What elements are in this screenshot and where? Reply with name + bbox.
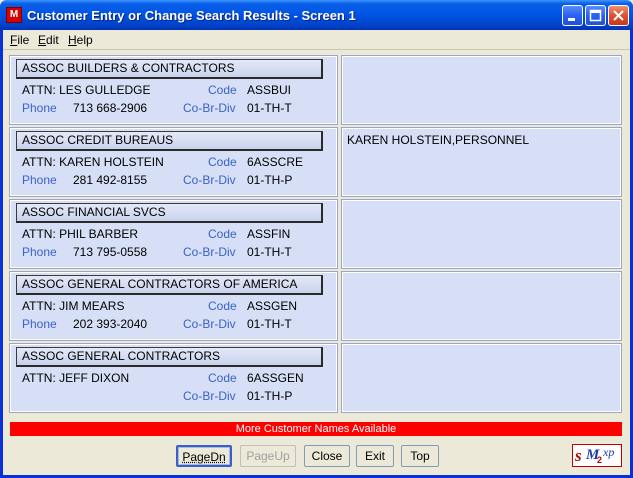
div-label: Co-Br-Div (183, 173, 236, 187)
div-value: 01-TH-T (247, 317, 292, 331)
customer-note: KAREN HOLSTEIN,PERSONNEL (341, 127, 622, 197)
customer-note (341, 343, 622, 413)
div-value: 01-TH-P (247, 389, 293, 403)
close-window-button[interactable] (608, 5, 629, 26)
customer-name-button[interactable]: ASSOC CREDIT BUREAUS (16, 131, 323, 151)
pageup-button[interactable]: PageUp (240, 445, 296, 467)
phone-value: 713 795-0558 (73, 245, 148, 259)
attn-text: ATTN: PHIL BARBER (22, 227, 139, 241)
code-label: Code (208, 155, 237, 169)
window-title: Customer Entry or Change Search Results … (27, 8, 356, 23)
note-text: KAREN HOLSTEIN,PERSONNEL (347, 133, 530, 147)
phone-value: 281 492-8155 (73, 173, 148, 187)
customer-note (341, 271, 622, 341)
close-button[interactable]: Close (304, 445, 350, 467)
code-value: ASSFIN (247, 227, 291, 241)
exit-button[interactable]: Exit (356, 445, 394, 467)
code-label: Code (208, 83, 237, 97)
menu-help[interactable]: Help (68, 33, 93, 47)
phone-value: 713 668-2906 (73, 101, 148, 115)
div-value: 01-TH-T (247, 101, 292, 115)
div-value: 01-TH-T (247, 245, 292, 259)
phone-label: Phone (22, 317, 57, 331)
customer-card: ASSOC GENERAL CONTRACTORS ATTN: JEFF DIX… (9, 343, 338, 413)
customer-name-button[interactable]: ASSOC GENERAL CONTRACTORS (16, 347, 323, 367)
pagedn-button[interactable]: PageDn (176, 445, 232, 467)
customer-card: ASSOC CREDIT BUREAUS ATTN: KAREN HOLSTEI… (9, 127, 338, 197)
phone-value: 202 393-2040 (73, 317, 148, 331)
top-button[interactable]: Top (401, 445, 439, 467)
attn-text: ATTN: JEFF DIXON (22, 371, 130, 385)
pagedn-label: PageDn (182, 450, 226, 464)
customer-name-button[interactable]: ASSOC GENERAL CONTRACTORS OF AMERICA (16, 275, 323, 295)
code-value: 6ASSCRE (247, 155, 304, 169)
attn-text: ATTN: JIM MEARS (22, 299, 125, 313)
customer-note (341, 199, 622, 269)
minimize-icon (568, 18, 575, 21)
title-bar[interactable]: M Customer Entry or Change Search Result… (0, 0, 633, 30)
phone-label: Phone (22, 245, 57, 259)
customer-card: ASSOC BUILDERS & CONTRACTORS ATTN: LES G… (9, 55, 338, 125)
code-label: Code (208, 227, 237, 241)
close-icon (613, 10, 624, 21)
menu-bar: File Edit Help (3, 30, 630, 50)
maximize-button[interactable] (585, 5, 606, 26)
code-value: ASSGEN (247, 299, 298, 313)
div-label: Co-Br-Div (183, 101, 236, 115)
attn-text: ATTN: KAREN HOLSTEIN (22, 155, 164, 169)
customer-card: ASSOC GENERAL CONTRACTORS OF AMERICA ATT… (9, 271, 338, 341)
customer-card: ASSOC FINANCIAL SVCS ATTN: PHIL BARBER C… (9, 199, 338, 269)
maximize-icon (589, 9, 602, 22)
code-label: Code (208, 371, 237, 385)
attn-text: ATTN: LES GULLEDGE (22, 83, 151, 97)
menu-file[interactable]: File (10, 33, 29, 47)
code-label: Code (208, 299, 237, 313)
menu-edit[interactable]: Edit (38, 33, 59, 47)
div-label: Co-Br-Div (183, 389, 236, 403)
div-label: Co-Br-Div (183, 245, 236, 259)
sm2xp-logo: s M 2 xp (572, 444, 622, 467)
more-names-status: More Customer Names Available (10, 422, 622, 436)
customer-name-button[interactable]: ASSOC FINANCIAL SVCS (16, 203, 323, 223)
code-value: ASSBUI (247, 83, 292, 97)
div-value: 01-TH-P (247, 173, 293, 187)
sm-app-icon[interactable]: M (6, 7, 22, 23)
code-value: 6ASSGEN (247, 371, 304, 385)
phone-label: Phone (22, 101, 57, 115)
minimize-button[interactable] (562, 5, 583, 26)
phone-label: Phone (22, 173, 57, 187)
customer-note (341, 55, 622, 125)
customer-name-button[interactable]: ASSOC BUILDERS & CONTRACTORS (16, 59, 323, 79)
div-label: Co-Br-Div (183, 317, 236, 331)
